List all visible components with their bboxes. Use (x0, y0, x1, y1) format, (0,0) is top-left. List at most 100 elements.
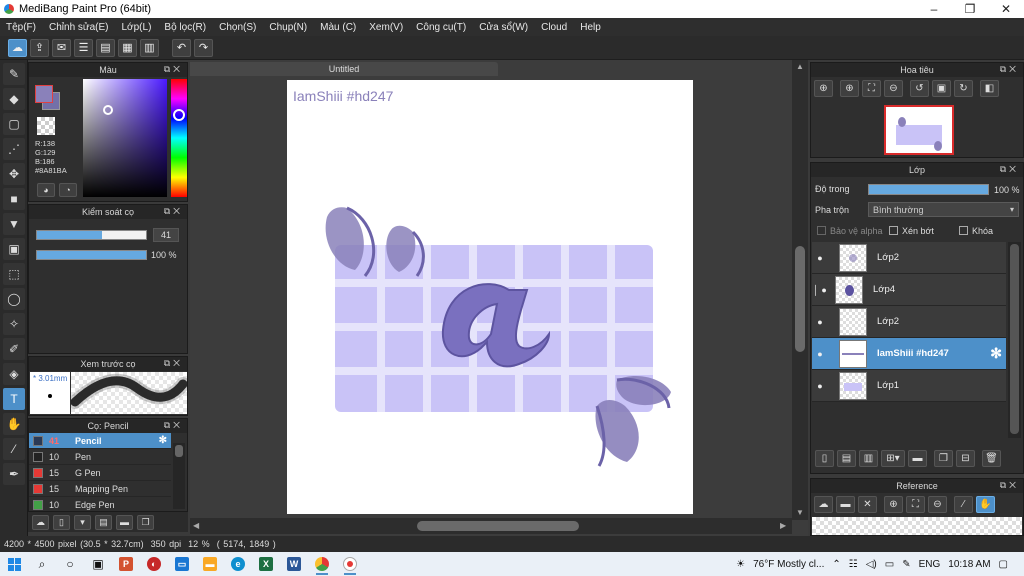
medibang-taskbar-icon[interactable] (336, 552, 364, 576)
clipping-checkbox[interactable]: Xén bớt (889, 226, 934, 236)
sv-cursor-icon[interactable] (103, 105, 113, 115)
fill-rect-tool-icon[interactable]: ■ (3, 188, 25, 210)
visibility-icon[interactable]: ● (813, 349, 827, 359)
menu-file[interactable]: Tệp(F) (6, 22, 36, 33)
brush-list-scrollbar[interactable] (173, 443, 185, 509)
clock[interactable]: 10:18 AM (948, 559, 990, 570)
visibility-icon[interactable]: ● (813, 253, 827, 263)
duplicate-layer-icon[interactable]: ❐ (934, 450, 953, 467)
rotate-right-icon[interactable]: ↻ (954, 80, 973, 97)
list-icon[interactable]: ▦ (118, 38, 137, 57)
close-button[interactable]: ✕ (988, 0, 1024, 18)
fit-window-icon[interactable]: ⛶ (862, 80, 881, 97)
protect-alpha-checkbox[interactable]: Bảo vệ alpha (817, 226, 883, 236)
lock-checkbox[interactable]: Khóa (959, 226, 993, 236)
grid-icon[interactable]: ▥ (140, 38, 159, 57)
layer-row-selected[interactable]: ● IamShiii #hd247 ✻ (812, 338, 1006, 370)
navigator-thumbnail[interactable] (884, 105, 954, 155)
eraser-tool-icon[interactable]: ◆ (3, 88, 25, 110)
menu-snap[interactable]: Chụp(N) (269, 22, 307, 33)
delete-layer-icon[interactable]: 🗑 (982, 450, 1001, 467)
gear-icon[interactable]: ✻ (159, 435, 167, 446)
menu-window[interactable]: Cửa sổ(W) (479, 22, 528, 33)
volume-icon[interactable]: ◁) (866, 559, 877, 570)
brush-item[interactable]: 41 Pencil ✻ (29, 433, 171, 449)
network-icon[interactable]: ☷ (849, 559, 858, 570)
canvas-page[interactable]: IamShiii #hd247 (287, 80, 693, 514)
minimize-button[interactable]: – (916, 0, 952, 18)
language-indicator[interactable]: ENG (919, 559, 941, 570)
copy-brush-icon[interactable]: ▤ (95, 514, 112, 530)
panel-controls-icon[interactable]: ⧉✕ (164, 206, 183, 217)
scroll-right-icon[interactable]: ▶ (780, 521, 786, 530)
add-layer-menu-icon[interactable]: ⊞▾ (881, 450, 905, 467)
brush-size-slider[interactable] (36, 230, 147, 240)
panel-controls-icon[interactable]: ⧉✕ (164, 420, 183, 431)
menu-view[interactable]: Xem(V) (369, 22, 403, 33)
hand-icon[interactable]: ✋ (976, 496, 995, 513)
move-tool-icon[interactable]: ✥ (3, 163, 25, 185)
new-8bit-layer-icon[interactable]: ▥ (859, 450, 878, 467)
layer-opacity-slider[interactable] (868, 184, 989, 195)
canvas-area[interactable]: Untitled IamShiii #hd247 (190, 60, 808, 536)
zoom-in-icon[interactable]: ⊕ (884, 496, 903, 513)
chrome-icon[interactable] (308, 552, 336, 576)
layer-scroll-thumb[interactable] (1010, 244, 1019, 434)
notification-icon[interactable]: ▢ (999, 559, 1008, 570)
cloud-icon[interactable]: ☁ (8, 38, 27, 57)
visibility-icon[interactable]: ● (813, 317, 827, 327)
horizontal-scroll-thumb[interactable] (417, 521, 579, 531)
search-icon[interactable]: ⌕ (28, 552, 56, 576)
saturation-value-picker[interactable] (83, 79, 167, 197)
layer-row[interactable]: ● Lớp1 (812, 370, 1006, 402)
reset-view-icon[interactable]: ▣ (932, 80, 951, 97)
redo-icon[interactable]: ↷ (194, 38, 213, 57)
word-icon[interactable]: W (280, 552, 308, 576)
app-red-icon[interactable]: ◐ (140, 552, 168, 576)
cloud-icon[interactable]: ☁ (814, 496, 833, 513)
restore-button[interactable]: ❐ (952, 0, 988, 18)
bucket-tool-icon[interactable]: ▼ (3, 213, 25, 235)
blend-mode-select[interactable]: Bình thường ▾ (868, 202, 1019, 217)
scroll-down-icon[interactable]: ▼ (796, 508, 804, 517)
menu-layer[interactable]: Lớp(L) (122, 22, 152, 33)
hue-slider[interactable] (171, 79, 187, 197)
pen-nib-tool-icon[interactable]: ✒ (3, 463, 25, 485)
select-pen-tool-icon[interactable]: ✐ (3, 338, 25, 360)
cloud-brush-icon[interactable]: ☁ (32, 514, 49, 530)
new-halftone-layer-icon[interactable]: ▤ (837, 450, 856, 467)
transparent-color-swatch[interactable] (37, 117, 55, 135)
gradient-tool-icon[interactable]: ▣ (3, 238, 25, 260)
fit-window-icon[interactable]: ⛶ (906, 496, 925, 513)
menu-color[interactable]: Màu (C) (320, 22, 356, 33)
dot-tool-icon[interactable]: ⋰ (3, 138, 25, 160)
brush-item[interactable]: 10 Pen (29, 449, 171, 465)
hand-tool-icon[interactable]: ✋ (3, 413, 25, 435)
new-layer-icon[interactable]: ▯ (815, 450, 834, 467)
panel-controls-icon[interactable]: ⧉✕ (1000, 164, 1019, 175)
vertical-scroll-thumb[interactable] (795, 246, 805, 352)
foreground-color-swatch[interactable] (35, 85, 53, 103)
rotate-left-icon[interactable]: ↺ (910, 80, 929, 97)
chat-icon[interactable]: ☰ (74, 38, 93, 57)
battery-icon[interactable]: ▭ (885, 559, 894, 570)
upload-icon[interactable]: ⇪ (30, 38, 49, 57)
task-view-icon[interactable]: ▣ (84, 552, 112, 576)
menu-filter[interactable]: Bộ lọc(R) (164, 22, 206, 33)
powerpoint-icon[interactable]: P (112, 552, 140, 576)
color-history-icon[interactable]: ◔ (59, 183, 77, 197)
visibility-icon[interactable]: ● (813, 381, 827, 391)
brush-size-value[interactable]: 41 (153, 228, 179, 242)
layer-row[interactable]: ● Lớp2 (812, 306, 1006, 338)
brush-item[interactable]: 15 Mapping Pen (29, 481, 171, 497)
eyedropper-tool-icon[interactable]: ⁄ (3, 438, 25, 460)
panel-controls-icon[interactable]: ⧉✕ (164, 64, 183, 75)
visibility-icon[interactable]: │ ● (813, 285, 827, 295)
weather-text[interactable]: 76°F Mostly cl... (753, 559, 824, 570)
canvas-vertical-scrollbar[interactable]: ▲ ▼ (792, 60, 808, 520)
panel-controls-icon[interactable]: ⧉✕ (164, 358, 183, 369)
edge-icon[interactable]: e (224, 552, 252, 576)
pen-icon[interactable]: ✎ (902, 559, 910, 570)
cortana-icon[interactable]: ○ (56, 552, 84, 576)
lasso-tool-icon[interactable]: ◯ (3, 288, 25, 310)
